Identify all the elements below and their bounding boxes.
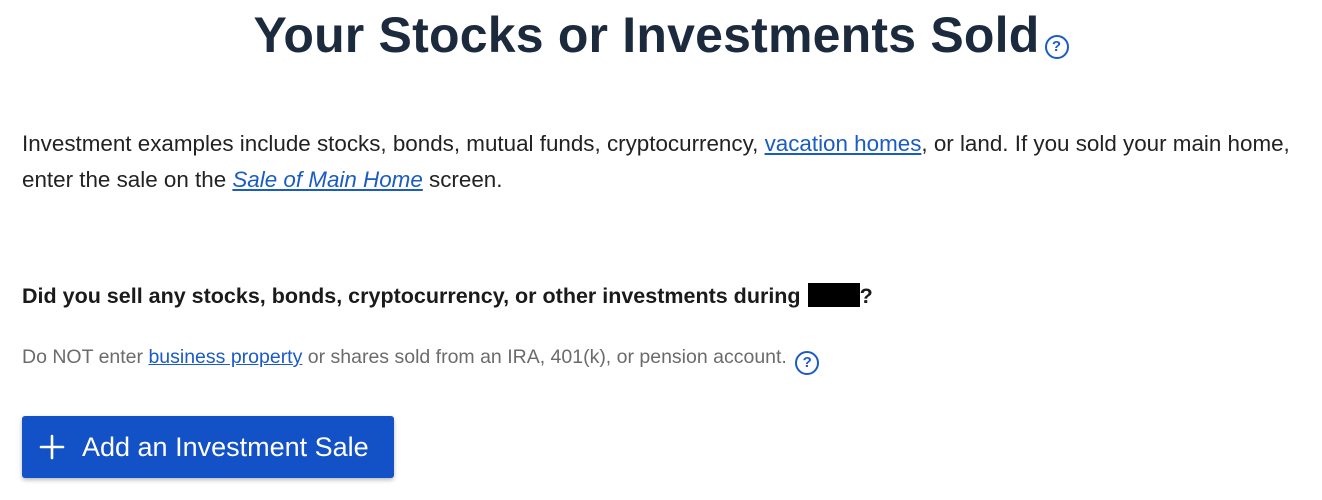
redacted-year xyxy=(807,283,860,307)
intro-paragraph: Investment examples include stocks, bond… xyxy=(22,126,1317,198)
vacation-homes-link[interactable]: vacation homes xyxy=(765,131,922,156)
note-text-end: or shares sold from an IRA, 401(k), or p… xyxy=(302,346,787,368)
add-investment-sale-label: Add an Investment Sale xyxy=(82,431,369,462)
intro-text-end: screen. xyxy=(422,167,503,192)
plus-icon xyxy=(39,434,65,460)
question-heading: Did you sell any stocks, bonds, cryptocu… xyxy=(22,283,873,309)
add-investment-sale-button[interactable]: Add an Investment Sale xyxy=(22,416,394,478)
question-suffix: ? xyxy=(859,284,873,308)
exclusion-note: Do NOT enter business property or shares… xyxy=(22,346,820,375)
page-header: Your Stocks or Investments Sold? xyxy=(0,6,1322,64)
business-property-link[interactable]: business property xyxy=(148,346,302,368)
question-text: Did you sell any stocks, bonds, cryptocu… xyxy=(22,284,801,308)
note-text-start: Do NOT enter xyxy=(22,346,149,368)
title-help-icon[interactable]: ? xyxy=(1044,34,1069,59)
intro-text-start: Investment examples include stocks, bond… xyxy=(22,131,765,156)
page-title: Your Stocks or Investments Sold xyxy=(253,7,1040,63)
note-help-icon[interactable]: ? xyxy=(795,350,820,375)
sale-of-main-home-link[interactable]: Sale of Main Home xyxy=(232,167,422,192)
